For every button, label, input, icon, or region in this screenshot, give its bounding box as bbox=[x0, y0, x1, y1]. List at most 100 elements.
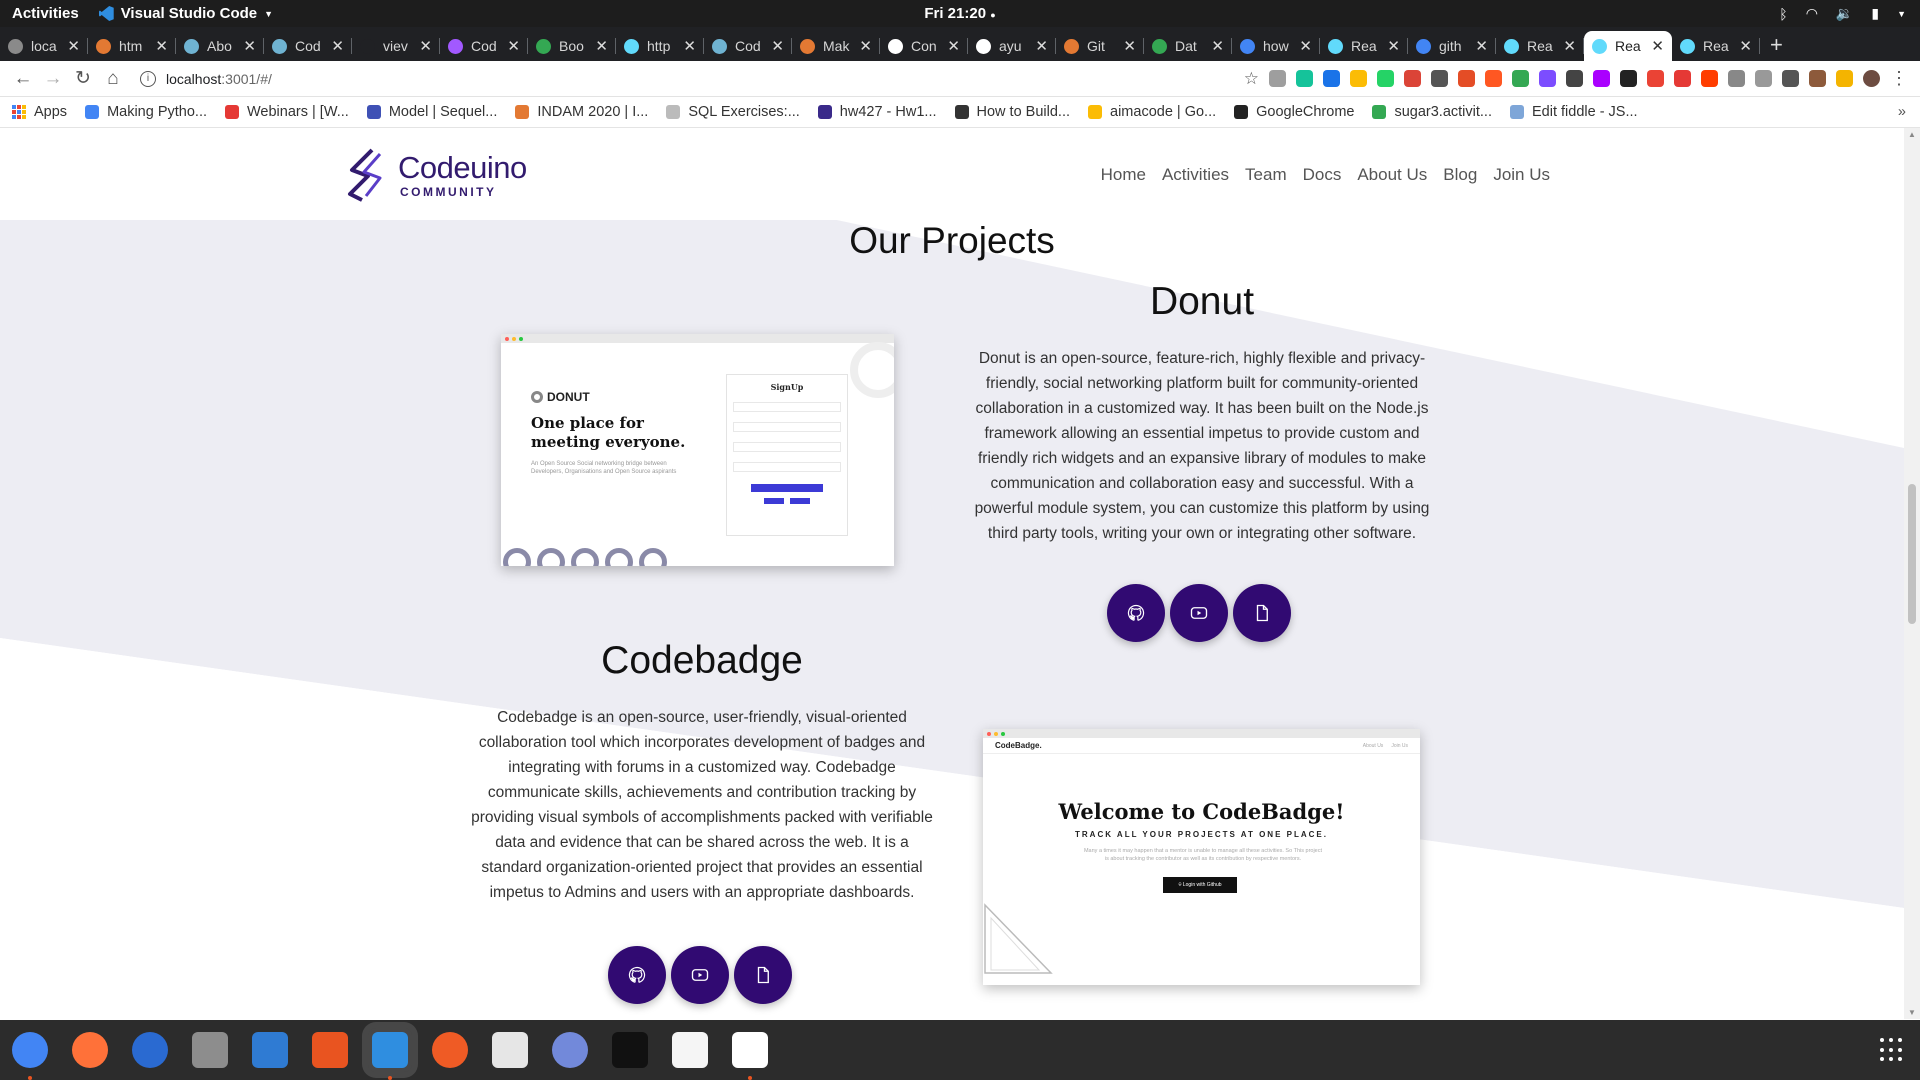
browser-tab[interactable]: Cod ✕ bbox=[440, 31, 528, 61]
extension-icon[interactable] bbox=[1593, 70, 1610, 87]
forward-arrow-icon[interactable]: → bbox=[38, 68, 68, 90]
close-tab-icon[interactable]: ✕ bbox=[155, 37, 168, 55]
nav-link-blog[interactable]: Blog bbox=[1443, 165, 1477, 185]
nav-link-team[interactable]: Team bbox=[1245, 165, 1287, 185]
bookmark-star-icon[interactable]: ☆ bbox=[1244, 69, 1259, 89]
browser-tab[interactable]: http ✕ bbox=[616, 31, 704, 61]
extension-icon[interactable] bbox=[1512, 70, 1529, 87]
extension-icon[interactable] bbox=[1701, 70, 1718, 87]
dock-vscode[interactable] bbox=[368, 1028, 412, 1080]
browser-tab[interactable]: Cod ✕ bbox=[264, 31, 352, 61]
nav-link-join-us[interactable]: Join Us bbox=[1493, 165, 1550, 185]
extension-icon[interactable] bbox=[1647, 70, 1664, 87]
extension-icon[interactable] bbox=[1836, 70, 1853, 87]
browser-tab[interactable]: Abo ✕ bbox=[176, 31, 264, 61]
codebadge-docs-button[interactable] bbox=[734, 946, 792, 1004]
bookmark-item[interactable]: GoogleChrome bbox=[1234, 104, 1354, 120]
nav-link-activities[interactable]: Activities bbox=[1162, 165, 1229, 185]
extension-icon[interactable] bbox=[1431, 70, 1448, 87]
extension-icon[interactable] bbox=[1377, 70, 1394, 87]
dock-discord[interactable] bbox=[548, 1028, 592, 1072]
bookmark-item[interactable]: hw427 - Hw1... bbox=[817, 104, 937, 120]
nav-link-home[interactable]: Home bbox=[1101, 165, 1146, 185]
browser-tab[interactable]: Mak ✕ bbox=[792, 31, 880, 61]
extension-icon[interactable] bbox=[1674, 70, 1691, 87]
nav-link-docs[interactable]: Docs bbox=[1303, 165, 1342, 185]
close-tab-icon[interactable]: ✕ bbox=[1211, 37, 1224, 55]
dock-chrome[interactable] bbox=[8, 1028, 52, 1080]
extension-icon[interactable] bbox=[1458, 70, 1475, 87]
browser-tab[interactable]: htm ✕ bbox=[88, 31, 176, 61]
close-tab-icon[interactable]: ✕ bbox=[1563, 37, 1576, 55]
close-tab-icon[interactable]: ✕ bbox=[507, 37, 520, 55]
bookmark-item[interactable]: sugar3.activit... bbox=[1372, 104, 1492, 120]
browser-tab[interactable]: Con ✕ bbox=[880, 31, 968, 61]
close-tab-icon[interactable]: ✕ bbox=[1739, 37, 1752, 55]
extension-icon[interactable] bbox=[1323, 70, 1340, 87]
extension-icon[interactable] bbox=[1566, 70, 1583, 87]
extension-icon[interactable] bbox=[1809, 70, 1826, 87]
show-applications-icon[interactable] bbox=[1880, 1038, 1904, 1062]
close-tab-icon[interactable]: ✕ bbox=[243, 37, 256, 55]
extension-icon[interactable] bbox=[1539, 70, 1556, 87]
browser-menu-icon[interactable]: ⋮ bbox=[1890, 68, 1908, 89]
site-info-icon[interactable]: i bbox=[140, 70, 156, 87]
dock-thunderbird[interactable] bbox=[128, 1028, 172, 1072]
extension-icon[interactable] bbox=[1296, 70, 1313, 87]
close-tab-icon[interactable]: ✕ bbox=[419, 37, 432, 55]
scroll-down-arrow-icon[interactable]: ▼ bbox=[1908, 1008, 1916, 1017]
close-tab-icon[interactable]: ✕ bbox=[1123, 37, 1136, 55]
browser-tab[interactable]: Rea ✕ bbox=[1496, 31, 1584, 61]
page-scrollbar[interactable]: ▲ ▼ bbox=[1904, 128, 1920, 1019]
extension-icon[interactable] bbox=[1782, 70, 1799, 87]
scrollbar-thumb[interactable] bbox=[1908, 484, 1916, 624]
close-tab-icon[interactable]: ✕ bbox=[947, 37, 960, 55]
close-tab-icon[interactable]: ✕ bbox=[1299, 37, 1312, 55]
new-tab-button[interactable]: + bbox=[1770, 31, 1783, 61]
reload-icon[interactable]: ↻ bbox=[68, 67, 98, 90]
browser-tab[interactable]: Dat ✕ bbox=[1144, 31, 1232, 61]
donut-github-button[interactable] bbox=[1107, 584, 1165, 642]
extension-icon[interactable] bbox=[1485, 70, 1502, 87]
home-icon[interactable]: ⌂ bbox=[98, 68, 128, 90]
app-menu[interactable]: Visual Studio Code ▼ bbox=[98, 5, 273, 22]
address-bar[interactable]: i localhost:3001/#/ bbox=[140, 64, 1140, 94]
dock-firefox[interactable] bbox=[68, 1028, 112, 1072]
donut-docs-button[interactable] bbox=[1233, 584, 1291, 642]
codeuino-logo[interactable]: Codeuino COMMUNITY bbox=[346, 148, 527, 202]
browser-tab[interactable]: how ✕ bbox=[1232, 31, 1320, 61]
dock-libreoffice-writer[interactable] bbox=[248, 1028, 292, 1072]
browser-tab[interactable]: Boo ✕ bbox=[528, 31, 616, 61]
extension-icon[interactable] bbox=[1755, 70, 1772, 87]
back-arrow-icon[interactable]: ← bbox=[8, 68, 38, 90]
browser-tab[interactable]: loca ✕ bbox=[0, 31, 88, 61]
browser-tab[interactable]: Rea ✕ bbox=[1672, 31, 1760, 61]
extension-icon[interactable] bbox=[1269, 70, 1286, 87]
codebadge-github-button[interactable] bbox=[608, 946, 666, 1004]
close-tab-icon[interactable]: ✕ bbox=[331, 37, 344, 55]
scroll-up-arrow-icon[interactable]: ▲ bbox=[1908, 130, 1916, 139]
close-tab-icon[interactable]: ✕ bbox=[771, 37, 784, 55]
close-tab-icon[interactable]: ✕ bbox=[1035, 37, 1048, 55]
close-tab-icon[interactable]: ✕ bbox=[1651, 37, 1664, 55]
close-tab-icon[interactable]: ✕ bbox=[683, 37, 696, 55]
extension-icon[interactable] bbox=[1620, 70, 1637, 87]
close-tab-icon[interactable]: ✕ bbox=[1387, 37, 1400, 55]
dock-postman[interactable] bbox=[428, 1028, 472, 1072]
bookmark-item[interactable]: How to Build... bbox=[954, 104, 1070, 120]
browser-tab[interactable]: ayu ✕ bbox=[968, 31, 1056, 61]
browser-tab[interactable]: gith ✕ bbox=[1408, 31, 1496, 61]
bookmark-item[interactable]: Webinars | [W... bbox=[225, 104, 349, 120]
bookmark-item[interactable]: Apps bbox=[12, 104, 67, 120]
close-tab-icon[interactable]: ✕ bbox=[595, 37, 608, 55]
browser-tab[interactable]: Rea ✕ bbox=[1584, 31, 1672, 61]
browser-tab[interactable]: Git ✕ bbox=[1056, 31, 1144, 61]
browser-tab[interactable]: Rea ✕ bbox=[1320, 31, 1408, 61]
close-tab-icon[interactable]: ✕ bbox=[67, 37, 80, 55]
bookmarks-overflow-icon[interactable]: » bbox=[1898, 104, 1906, 120]
close-tab-icon[interactable]: ✕ bbox=[1475, 37, 1488, 55]
activities-button[interactable]: Activities bbox=[12, 5, 79, 22]
extension-icon[interactable] bbox=[1404, 70, 1421, 87]
browser-tab[interactable]: Cod ✕ bbox=[704, 31, 792, 61]
dock-text-editor[interactable] bbox=[668, 1028, 712, 1072]
